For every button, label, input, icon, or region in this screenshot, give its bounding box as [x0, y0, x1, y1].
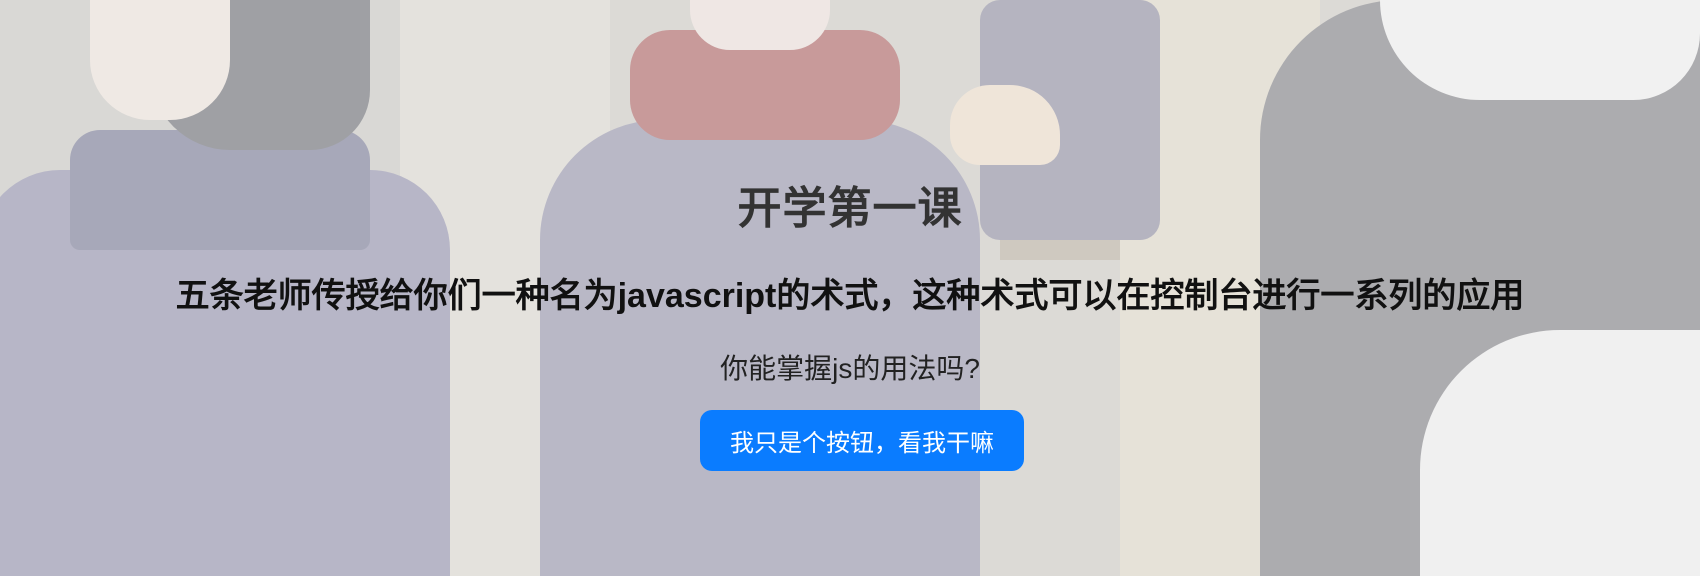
- content-overlay: 开学第一课 五条老师传授给你们一种名为javascript的术式，这种术式可以在…: [0, 0, 1700, 576]
- page-title: 开学第一课: [737, 184, 963, 233]
- page-subtitle: 五条老师传授给你们一种名为javascript的术式，这种术式可以在控制台进行一…: [175, 277, 1525, 315]
- page: 开学第一课 五条老师传授给你们一种名为javascript的术式，这种术式可以在…: [0, 0, 1700, 576]
- main-button[interactable]: 我只是个按钮，看我干嘛: [700, 410, 1024, 471]
- question-text: 你能掌握js的用法吗?: [720, 353, 980, 384]
